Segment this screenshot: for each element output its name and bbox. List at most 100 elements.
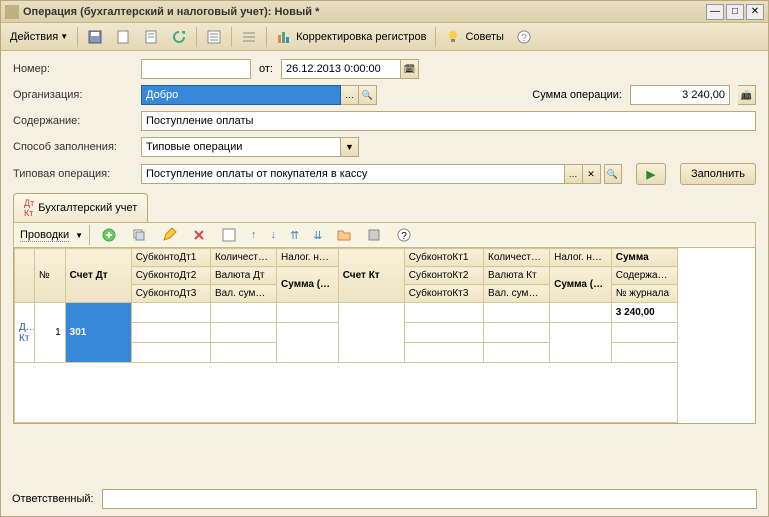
col-valsumk[interactable]: Вал. сумм… xyxy=(484,285,550,303)
sum-input[interactable] xyxy=(630,85,730,105)
sort-desc-icon[interactable]: ⇊ xyxy=(308,225,327,245)
empty-area[interactable] xyxy=(15,363,678,423)
responsible-label: Ответственный: xyxy=(12,493,94,505)
help2-icon[interactable]: ? xyxy=(391,225,417,245)
col-num[interactable]: № xyxy=(34,249,65,303)
col-kt[interactable]: Счет Кт xyxy=(338,249,404,303)
col-content[interactable]: Содержание xyxy=(611,267,677,285)
typical-op-search[interactable]: 🔍 xyxy=(604,164,622,184)
typical-op-clear[interactable]: ✕ xyxy=(583,164,601,184)
typical-op-input[interactable] xyxy=(141,164,565,184)
play-icon: ▶ xyxy=(647,168,655,181)
add-icon[interactable] xyxy=(96,225,122,245)
cell-dt[interactable]: 301 xyxy=(65,303,131,363)
cell-valkt[interactable] xyxy=(484,323,550,343)
number-label: Номер: xyxy=(13,63,133,75)
col-valkt[interactable]: Валюта Кт xyxy=(484,267,550,285)
minimize-button[interactable]: — xyxy=(706,4,724,20)
main-toolbar: Действия ▼ Корректировка регистров Совет… xyxy=(1,23,768,51)
cell-valsumk[interactable] xyxy=(484,343,550,363)
maximize-button[interactable]: □ xyxy=(726,4,744,20)
col-qtyk[interactable]: Количеств… xyxy=(484,249,550,267)
refresh-icon[interactable] xyxy=(166,26,192,48)
fill-method-dropdown[interactable]: ▼ xyxy=(341,137,359,157)
up-icon[interactable]: ↑ xyxy=(246,225,262,245)
cell-qty[interactable] xyxy=(210,303,276,323)
col-qty[interactable]: Количеств… xyxy=(210,249,276,267)
copy-icon[interactable] xyxy=(126,225,152,245)
close-button[interactable]: ✕ xyxy=(746,4,764,20)
doc-icon-2[interactable] xyxy=(138,26,164,48)
cell-tax[interactable] xyxy=(277,303,339,323)
date-input[interactable] xyxy=(281,59,401,79)
actions-menu[interactable]: Действия ▼ xyxy=(5,26,73,48)
cell-taxk[interactable] xyxy=(550,303,612,323)
col-valsum[interactable]: Вал. сумм… xyxy=(210,285,276,303)
entries-menu[interactable]: Проводки xyxy=(20,229,69,242)
typical-op-label: Типовая операция: xyxy=(13,168,133,180)
cell-journal[interactable] xyxy=(611,343,677,363)
folder-icon[interactable] xyxy=(331,225,357,245)
settings-icon[interactable] xyxy=(361,225,387,245)
registers-button[interactable]: Корректировка регистров xyxy=(271,26,431,48)
cell-subdt1[interactable] xyxy=(131,303,210,323)
table-row[interactable]: ДтКт 1 301 3 240,00 xyxy=(15,303,755,323)
col-subdt3[interactable]: СубконтоДт3 xyxy=(131,285,210,303)
org-input[interactable] xyxy=(141,85,341,105)
number-input[interactable] xyxy=(141,59,251,79)
cell-subdt3[interactable] xyxy=(131,343,210,363)
cell-sumkt[interactable] xyxy=(550,323,612,363)
col-sumkt[interactable]: Сумма (н/у) Кт xyxy=(550,267,612,303)
down-icon[interactable]: ↓ xyxy=(266,225,282,245)
content-input[interactable] xyxy=(141,111,756,131)
list-view-icon[interactable] xyxy=(216,225,242,245)
col-sumdt[interactable]: Сумма (н/у) Дт xyxy=(277,267,339,303)
col-subkt2[interactable]: СубконтоКт2 xyxy=(404,267,483,285)
play-button[interactable]: ▶ xyxy=(636,163,666,185)
col-taxk[interactable]: Налог. на… xyxy=(550,249,612,267)
col-sum[interactable]: Сумма xyxy=(611,249,677,267)
responsible-input[interactable] xyxy=(102,489,757,509)
entries-table[interactable]: № Счет Дт СубконтоДт1 Количеств… Налог. … xyxy=(13,248,756,424)
col-dt[interactable]: Счет Дт xyxy=(65,249,131,303)
col-subdt2[interactable]: СубконтоДт2 xyxy=(131,267,210,285)
cell-subkt3[interactable] xyxy=(404,343,483,363)
cell-content[interactable] xyxy=(611,323,677,343)
doc-icon-1[interactable] xyxy=(110,26,136,48)
col-subkt1[interactable]: СубконтоКт1 xyxy=(404,249,483,267)
tips-button[interactable]: Советы xyxy=(440,26,508,48)
help-icon[interactable]: ? xyxy=(511,26,537,48)
window-title: Операция (бухгалтерский и налоговый учет… xyxy=(23,6,706,18)
cell-subdt2[interactable] xyxy=(131,323,210,343)
col-journal[interactable]: № журнала xyxy=(611,285,677,303)
cell-qtyk[interactable] xyxy=(484,303,550,323)
date-picker-button[interactable]: 🗓 xyxy=(401,59,419,79)
col-tax[interactable]: Налог. на… xyxy=(277,249,339,267)
cell-kt[interactable] xyxy=(338,303,404,363)
line-icon[interactable] xyxy=(236,26,262,48)
save-icon[interactable] xyxy=(82,26,108,48)
typical-op-ellipsis[interactable]: … xyxy=(565,164,583,184)
sum-calc-button[interactable]: 📠 xyxy=(738,85,756,105)
col-subdt1[interactable]: СубконтоДт1 xyxy=(131,249,210,267)
fill-method-input[interactable] xyxy=(141,137,341,157)
org-search-button[interactable]: 🔍 xyxy=(359,85,377,105)
cell-sum[interactable]: 3 240,00 xyxy=(611,303,677,323)
sort-asc-icon[interactable]: ⇈ xyxy=(285,225,304,245)
delete-icon[interactable] xyxy=(186,225,212,245)
execute-button[interactable]: Заполнить xyxy=(680,163,756,185)
from-label: от: xyxy=(259,63,273,75)
cell-valsum[interactable] xyxy=(210,343,276,363)
cell-sumdt[interactable] xyxy=(277,323,339,363)
edit-icon[interactable] xyxy=(156,225,182,245)
tab-accounting[interactable]: ДтКт Бухгалтерский учет xyxy=(13,193,148,222)
col-subkt3[interactable]: СубконтоКт3 xyxy=(404,285,483,303)
col-valdt[interactable]: Валюта Дт xyxy=(210,267,276,285)
cell-num[interactable]: 1 xyxy=(34,303,65,363)
cell-subkt2[interactable] xyxy=(404,323,483,343)
org-ellipsis-button[interactable]: … xyxy=(341,85,359,105)
tab-dt-kt-icon: ДтКт xyxy=(24,198,34,218)
cell-subkt1[interactable] xyxy=(404,303,483,323)
cell-valdt[interactable] xyxy=(210,323,276,343)
list-icon[interactable] xyxy=(201,26,227,48)
